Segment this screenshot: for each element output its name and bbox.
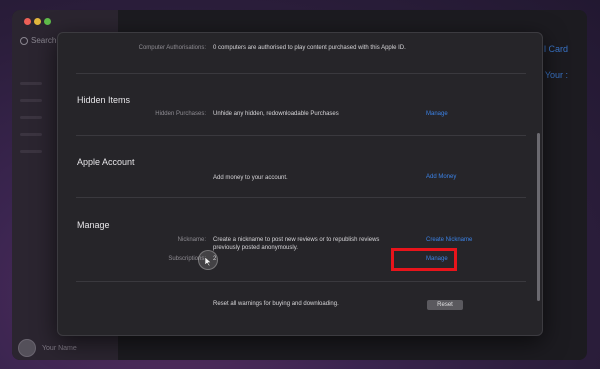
background-link-1[interactable]: l Card	[544, 44, 568, 54]
create-nickname-link[interactable]: Create Nickname	[426, 237, 472, 243]
reset-warnings-description: Reset all warnings for buying and downlo…	[213, 301, 339, 307]
reset-button[interactable]: Reset	[427, 300, 463, 310]
hidden-purchases-label: Hidden Purchases:	[155, 111, 206, 117]
divider	[76, 197, 526, 198]
minimize-window-button[interactable]	[34, 18, 41, 25]
account-settings-sheet: Computer Authorisations: 0 computers are…	[57, 32, 543, 336]
scrollbar-thumb[interactable]	[537, 133, 540, 301]
zoom-window-button[interactable]	[44, 18, 51, 25]
hidden-items-heading: Hidden Items	[77, 95, 131, 105]
user-name: Your Name	[42, 344, 77, 352]
background-search-field[interactable]: Search	[20, 36, 56, 45]
pointer-icon	[205, 257, 212, 266]
hidden-purchases-value: Unhide any hidden, redownloadable Purcha…	[213, 111, 339, 117]
nickname-description-line2: previously posted anonymously.	[213, 245, 298, 251]
manage-heading: Manage	[77, 220, 110, 230]
add-money-link[interactable]: Add Money	[426, 174, 456, 180]
divider	[76, 281, 526, 282]
search-icon	[20, 36, 28, 45]
computer-authorisations-label: Computer Authorisations:	[138, 45, 206, 51]
divider	[76, 73, 526, 74]
computer-authorisations-value: 0 computers are authorised to play conte…	[213, 45, 406, 51]
close-window-button[interactable]	[24, 18, 31, 25]
subscriptions-label: Subscriptions:	[168, 256, 206, 262]
mouse-cursor-indicator	[198, 250, 218, 270]
manage-hidden-purchases-link[interactable]: Manage	[426, 111, 448, 117]
background-link-2[interactable]: Your :	[545, 70, 568, 80]
nickname-label: Nickname:	[177, 237, 206, 243]
search-placeholder: Search	[31, 36, 57, 45]
apple-account-heading: Apple Account	[77, 157, 135, 167]
nickname-description-line1: Create a nickname to post new reviews or…	[213, 237, 380, 243]
add-money-description: Add money to your account.	[213, 175, 288, 181]
avatar	[18, 339, 36, 357]
divider	[76, 135, 526, 136]
background-sidebar-items	[20, 82, 42, 167]
background-user[interactable]: Your Name	[18, 339, 77, 357]
highlight-box	[391, 248, 457, 271]
